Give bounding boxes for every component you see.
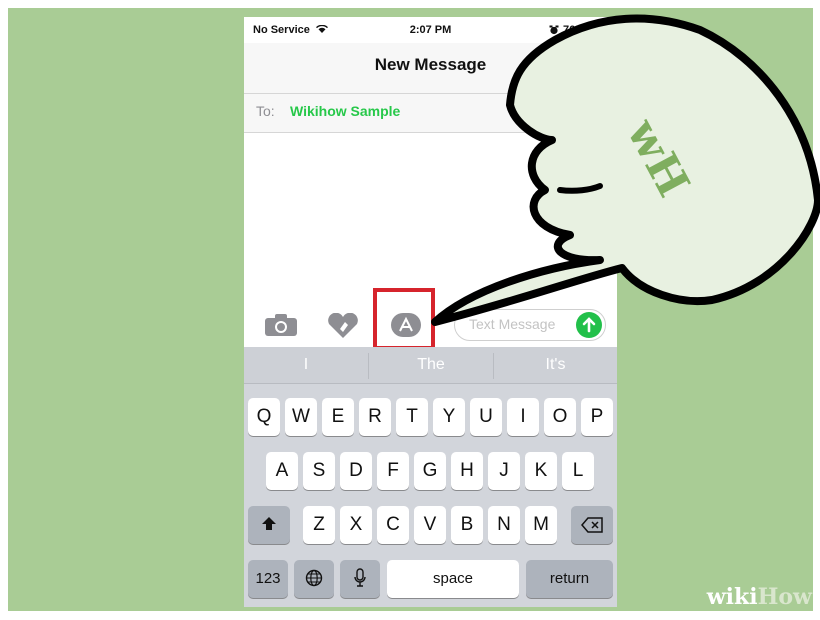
- battery-icon: [589, 25, 611, 35]
- key-n[interactable]: N: [488, 506, 520, 544]
- key-o[interactable]: O: [544, 398, 576, 436]
- nav-bar: New Message Cancel: [244, 43, 617, 94]
- key-k[interactable]: K: [525, 452, 557, 490]
- key-d[interactable]: D: [340, 452, 372, 490]
- key-r[interactable]: R: [359, 398, 391, 436]
- battery-percent: 76%: [562, 24, 585, 36]
- key-e[interactable]: E: [322, 398, 354, 436]
- key-t[interactable]: T: [396, 398, 428, 436]
- numbers-key[interactable]: 123: [248, 560, 288, 598]
- watermark-how: How: [757, 584, 812, 610]
- backspace-icon: [581, 517, 603, 533]
- return-key[interactable]: return: [526, 560, 613, 598]
- key-b[interactable]: B: [451, 506, 483, 544]
- key-x[interactable]: X: [340, 506, 372, 544]
- wikihow-watermark: wikiHow: [707, 584, 812, 610]
- dictation-key[interactable]: [340, 560, 380, 598]
- suggestion-1[interactable]: I: [244, 347, 368, 383]
- camera-icon[interactable]: [264, 313, 298, 337]
- key-g[interactable]: G: [414, 452, 446, 490]
- key-s[interactable]: S: [303, 452, 335, 490]
- key-y[interactable]: Y: [433, 398, 465, 436]
- globe-icon: [305, 569, 323, 587]
- send-arrow-icon: [582, 317, 596, 333]
- message-placeholder: Text Message: [469, 316, 556, 332]
- key-a[interactable]: A: [266, 452, 298, 490]
- key-j[interactable]: J: [488, 452, 520, 490]
- key-c[interactable]: C: [377, 506, 409, 544]
- key-h[interactable]: H: [451, 452, 483, 490]
- key-i[interactable]: I: [507, 398, 539, 436]
- status-bar: No Service 2:07 PM 76%: [244, 17, 617, 43]
- digital-touch-icon[interactable]: [326, 313, 360, 339]
- alarm-icon: [549, 25, 559, 35]
- frame: No Service 2:07 PM 76% New Message Cance…: [0, 0, 820, 620]
- key-f[interactable]: F: [377, 452, 409, 490]
- to-label: To:: [256, 103, 275, 119]
- to-field[interactable]: To: Wikihow Sample: [244, 94, 617, 133]
- recipient-name[interactable]: Wikihow Sample: [290, 103, 400, 119]
- phone-screen: No Service 2:07 PM 76% New Message Cance…: [244, 17, 617, 607]
- suggestion-2[interactable]: The: [369, 347, 493, 383]
- globe-key[interactable]: [294, 560, 334, 598]
- key-w[interactable]: W: [285, 398, 317, 436]
- shift-icon: [262, 517, 276, 530]
- send-button[interactable]: [576, 312, 602, 338]
- key-l[interactable]: L: [562, 452, 594, 490]
- message-input[interactable]: Text Message: [454, 309, 606, 341]
- suggestion-3[interactable]: It's: [494, 347, 617, 383]
- cancel-button[interactable]: Cancel: [545, 55, 595, 73]
- key-m[interactable]: M: [525, 506, 557, 544]
- backspace-key[interactable]: [571, 506, 613, 544]
- key-q[interactable]: Q: [248, 398, 280, 436]
- suggestion-bar: I The It's: [244, 347, 617, 384]
- key-p[interactable]: P: [581, 398, 613, 436]
- keyboard: I The It's Q W E R T Y U I O P A S D F G…: [244, 347, 617, 607]
- space-key[interactable]: space: [387, 560, 519, 598]
- status-right: 76%: [549, 24, 611, 36]
- watermark-wiki: wiki: [706, 584, 758, 610]
- app-store-highlight: [373, 288, 435, 350]
- key-z[interactable]: Z: [303, 506, 335, 544]
- key-u[interactable]: U: [470, 398, 502, 436]
- shift-key[interactable]: [248, 506, 290, 544]
- key-v[interactable]: V: [414, 506, 446, 544]
- microphone-icon: [354, 568, 366, 587]
